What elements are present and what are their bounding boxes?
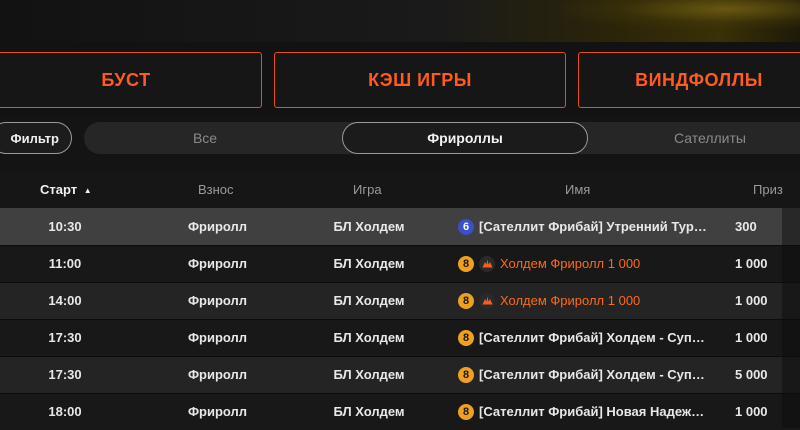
tournament-name-cell: 8 Холдем Фриролл 1 000	[458, 245, 708, 282]
filter-button[interactable]: Фильтр	[0, 122, 72, 154]
tournament-name-cell: 8 [Сателлит Фрибай] Новая Надежда...	[458, 393, 708, 430]
players-count-badge: 8	[458, 292, 474, 309]
buy-in: Фриролл	[187, 219, 248, 234]
tournament-name: [Сателлит Фрибай] Холдем - Супер...	[479, 330, 708, 345]
tournament-name-cell: 8 [Сателлит Фрибай] Холдем - Супер...	[458, 356, 708, 393]
flame-icon	[479, 292, 495, 309]
players-count-badge: 8	[458, 366, 474, 383]
tournament-name: [Сателлит Фрибай] Утренний Турбо...	[479, 219, 708, 234]
row-divider	[0, 319, 800, 320]
segment-all[interactable]: Все	[110, 122, 300, 154]
category-cash-games-button[interactable]: КЭШ ИГРЫ	[274, 52, 566, 108]
category-windfalls-button[interactable]: ВИНДФОЛЛЫ	[578, 52, 800, 108]
start-time: 14:00	[48, 293, 82, 308]
start-time: 17:30	[48, 367, 82, 382]
players-count-badge: 8	[458, 329, 474, 346]
table-row[interactable]: 18:00 Фриролл БЛ Холдем 8 [Сателлит Фрибай] …	[0, 393, 800, 430]
start-time: 17:30	[48, 330, 82, 345]
tournament-name-cell: 8 Холдем Фриролл 1 000	[458, 282, 708, 319]
tournament-name-cell: 8 [Сателлит Фрибай] Холдем - Супер...	[458, 319, 708, 356]
row-divider	[0, 282, 800, 283]
buy-in: Фриролл	[187, 367, 248, 382]
buy-in: Фриролл	[187, 404, 248, 419]
table-row[interactable]: 17:30 Фриролл БЛ Холдем 8 [Сателлит Фрибай] …	[0, 356, 800, 393]
category-boost-button[interactable]: БУСТ	[0, 52, 262, 108]
players-count-badge: 8	[458, 403, 474, 420]
segment-satellites[interactable]: Сателлиты	[630, 122, 790, 154]
tournament-name: [Сателлит Фрибай] Холдем - Супер...	[479, 367, 708, 382]
flame-icon	[479, 255, 495, 272]
header-start[interactable]: Старт ▲	[40, 172, 92, 208]
header-name[interactable]: Имя	[565, 172, 590, 208]
tournament-name: Холдем Фриролл 1 000	[500, 256, 641, 271]
sort-ascending-icon: ▲	[83, 186, 92, 195]
banner-glow	[560, 0, 800, 30]
table-edge-shade	[782, 208, 800, 428]
header-prize[interactable]: Приз	[753, 172, 783, 208]
row-divider	[0, 245, 800, 246]
row-divider	[0, 356, 800, 357]
header-start-label: Старт	[40, 182, 78, 197]
game-type: БЛ Холдем	[333, 330, 405, 345]
tournament-name: Холдем Фриролл 1 000	[500, 293, 641, 308]
table-row[interactable]: 14:00 Фриролл БЛ Холдем 8 Холдем Фриролл 1 0…	[0, 282, 800, 319]
table-row[interactable]: 17:30 Фриролл БЛ Холдем 8 [Сателлит Фрибай] …	[0, 319, 800, 356]
row-divider	[0, 393, 800, 394]
tournament-name: [Сателлит Фрибай] Новая Надежда...	[479, 404, 708, 419]
segment-freerolls[interactable]: Фрироллы	[342, 122, 588, 154]
start-time: 10:30	[48, 219, 82, 234]
players-count-badge: 8	[458, 255, 474, 272]
start-time: 18:00	[48, 404, 82, 419]
buy-in: Фриролл	[187, 293, 248, 308]
table-header: Старт ▲ Взнос Игра Имя Приз	[0, 172, 800, 208]
game-type: БЛ Холдем	[333, 404, 405, 419]
game-type: БЛ Холдем	[333, 256, 405, 271]
header-game[interactable]: Игра	[353, 172, 382, 208]
game-type: БЛ Холдем	[333, 367, 405, 382]
table-row[interactable]: 10:30 Фриролл БЛ Холдем 6 [Сателлит Фрибай] …	[0, 208, 800, 245]
buy-in: Фриролл	[187, 330, 248, 345]
tournament-name-cell: 6 [Сателлит Фрибай] Утренний Турбо...	[458, 208, 708, 245]
header-fee[interactable]: Взнос	[198, 172, 234, 208]
start-time: 11:00	[48, 256, 82, 271]
buy-in: Фриролл	[187, 256, 248, 271]
table-row[interactable]: 11:00 Фриролл БЛ Холдем 8 Холдем Фриролл 1 0…	[0, 245, 800, 282]
game-type: БЛ Холдем	[333, 293, 405, 308]
players-count-badge: 6	[458, 218, 474, 235]
game-type: БЛ Холдем	[333, 219, 405, 234]
